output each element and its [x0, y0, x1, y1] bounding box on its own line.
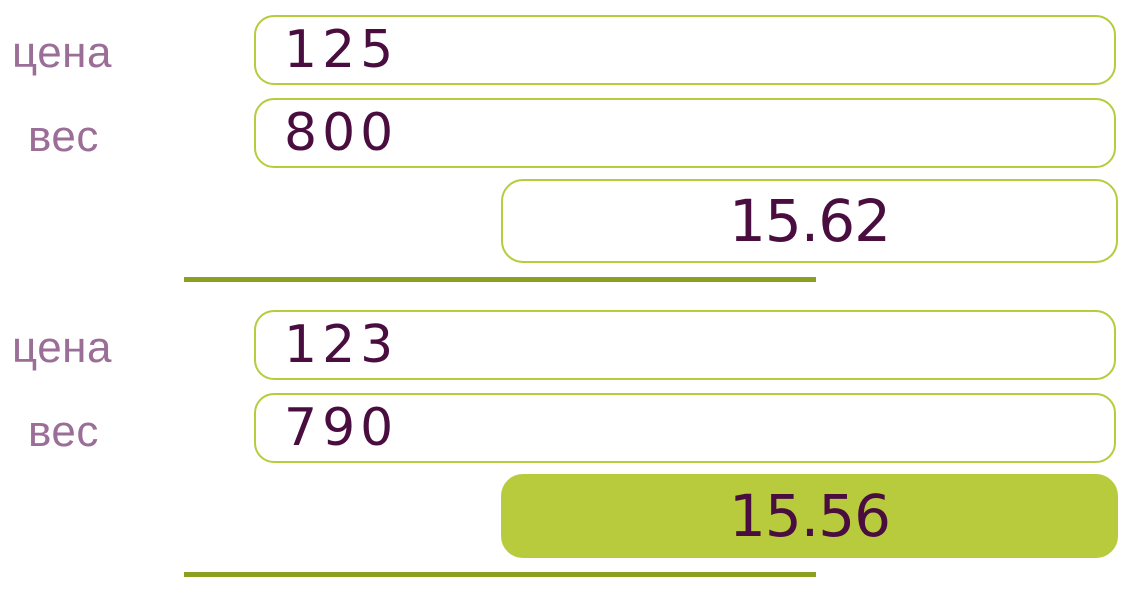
price-input[interactable]: [256, 17, 1114, 83]
price-field-1[interactable]: [254, 15, 1116, 85]
weight-input[interactable]: [256, 100, 1114, 166]
price-field-2[interactable]: [254, 310, 1116, 380]
price-label: цена: [12, 28, 112, 77]
result-value-1: 15.62: [501, 179, 1118, 263]
price-input[interactable]: [256, 312, 1114, 378]
divider-2: [184, 572, 816, 577]
weight-label: вес: [28, 112, 99, 161]
weight-label: вес: [28, 407, 99, 456]
price-label: цена: [12, 323, 112, 372]
weight-field-1[interactable]: [254, 98, 1116, 168]
weight-input[interactable]: [256, 395, 1114, 461]
divider-1: [184, 277, 816, 282]
result-value-2-highlighted: 15.56: [501, 474, 1118, 558]
weight-field-2[interactable]: [254, 393, 1116, 463]
